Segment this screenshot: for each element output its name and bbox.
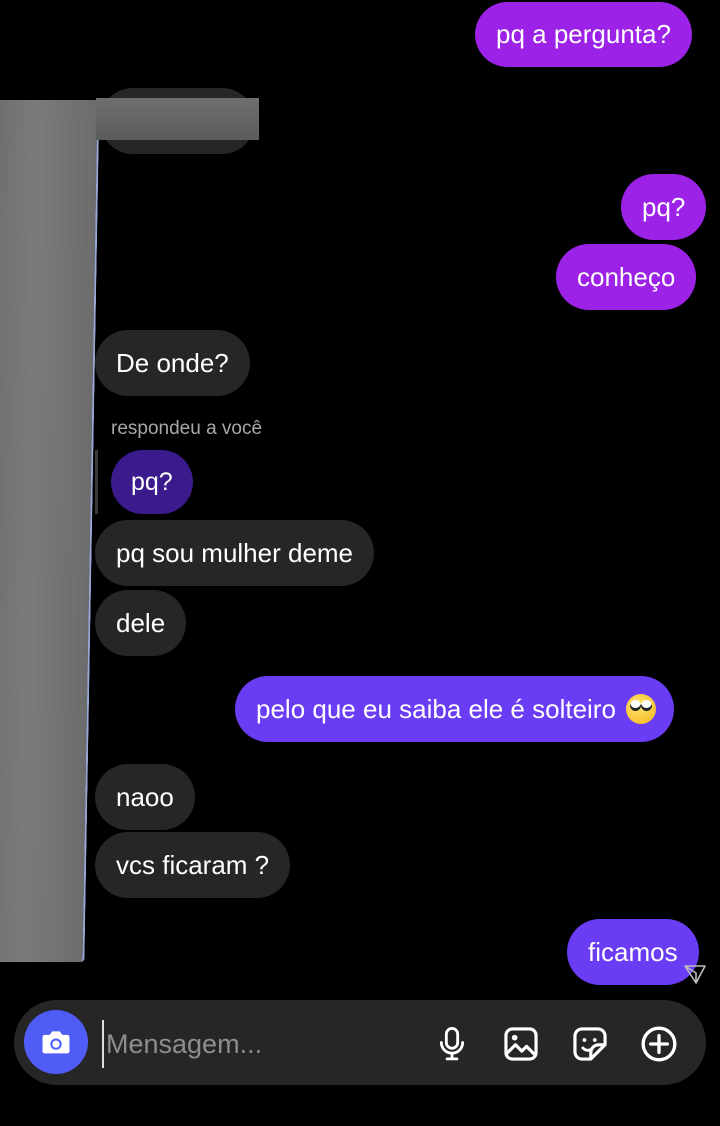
sticker-icon [573, 1027, 607, 1061]
incoming-message[interactable]: pq sou mulher deme [95, 520, 375, 586]
outgoing-message[interactable]: ficamos [567, 919, 699, 985]
sticker-button[interactable] [570, 1024, 610, 1064]
message-text: dele [116, 607, 166, 638]
message-text: De onde? [116, 347, 229, 378]
microphone-button[interactable] [432, 1024, 472, 1064]
message-text: pq a pergunta? [496, 19, 671, 49]
microphone-icon [439, 1027, 465, 1061]
redaction-overlay [96, 98, 259, 140]
incoming-message[interactable]: De onde? [95, 330, 250, 396]
gallery-icon [504, 1027, 538, 1061]
add-icon [641, 1026, 677, 1062]
message-text: pq sou mulher deme [116, 537, 354, 568]
gallery-button[interactable] [501, 1024, 541, 1064]
message-text: pq? [642, 191, 686, 222]
camera-button[interactable] [24, 1010, 88, 1074]
redaction-overlay [0, 100, 100, 962]
camera-icon [42, 1031, 70, 1054]
message-text: conheço [577, 261, 676, 292]
outgoing-message[interactable]: pelo que eu saiba ele é solteiro [235, 676, 674, 742]
outgoing-message[interactable]: pq a pergunta? [475, 2, 692, 67]
add-button[interactable] [639, 1024, 679, 1064]
incoming-message[interactable]: vcs ficaram ? [95, 832, 291, 898]
reply-indicator-line [95, 450, 98, 514]
outgoing-message[interactable]: conheço [556, 244, 697, 310]
message-text: naoo [116, 781, 174, 812]
reply-quote-bubble[interactable]: pq? [111, 450, 193, 514]
message-text: pq? [131, 467, 173, 496]
message-text: pelo que eu saiba ele é solteiro [256, 693, 616, 724]
message-text: vcs ficaram ? [116, 849, 270, 880]
rolling-eyes-emoji-icon [625, 694, 656, 724]
reply-caption: respondeu a você [111, 418, 263, 439]
message-composer [14, 1000, 706, 1085]
message-text: ficamos [588, 936, 678, 967]
incoming-message[interactable]: dele [95, 590, 187, 656]
incoming-message[interactable]: naoo [95, 764, 195, 830]
outgoing-message[interactable]: pq? [621, 174, 707, 240]
message-input[interactable] [102, 1020, 408, 1068]
sent-status-icon [684, 965, 706, 984]
